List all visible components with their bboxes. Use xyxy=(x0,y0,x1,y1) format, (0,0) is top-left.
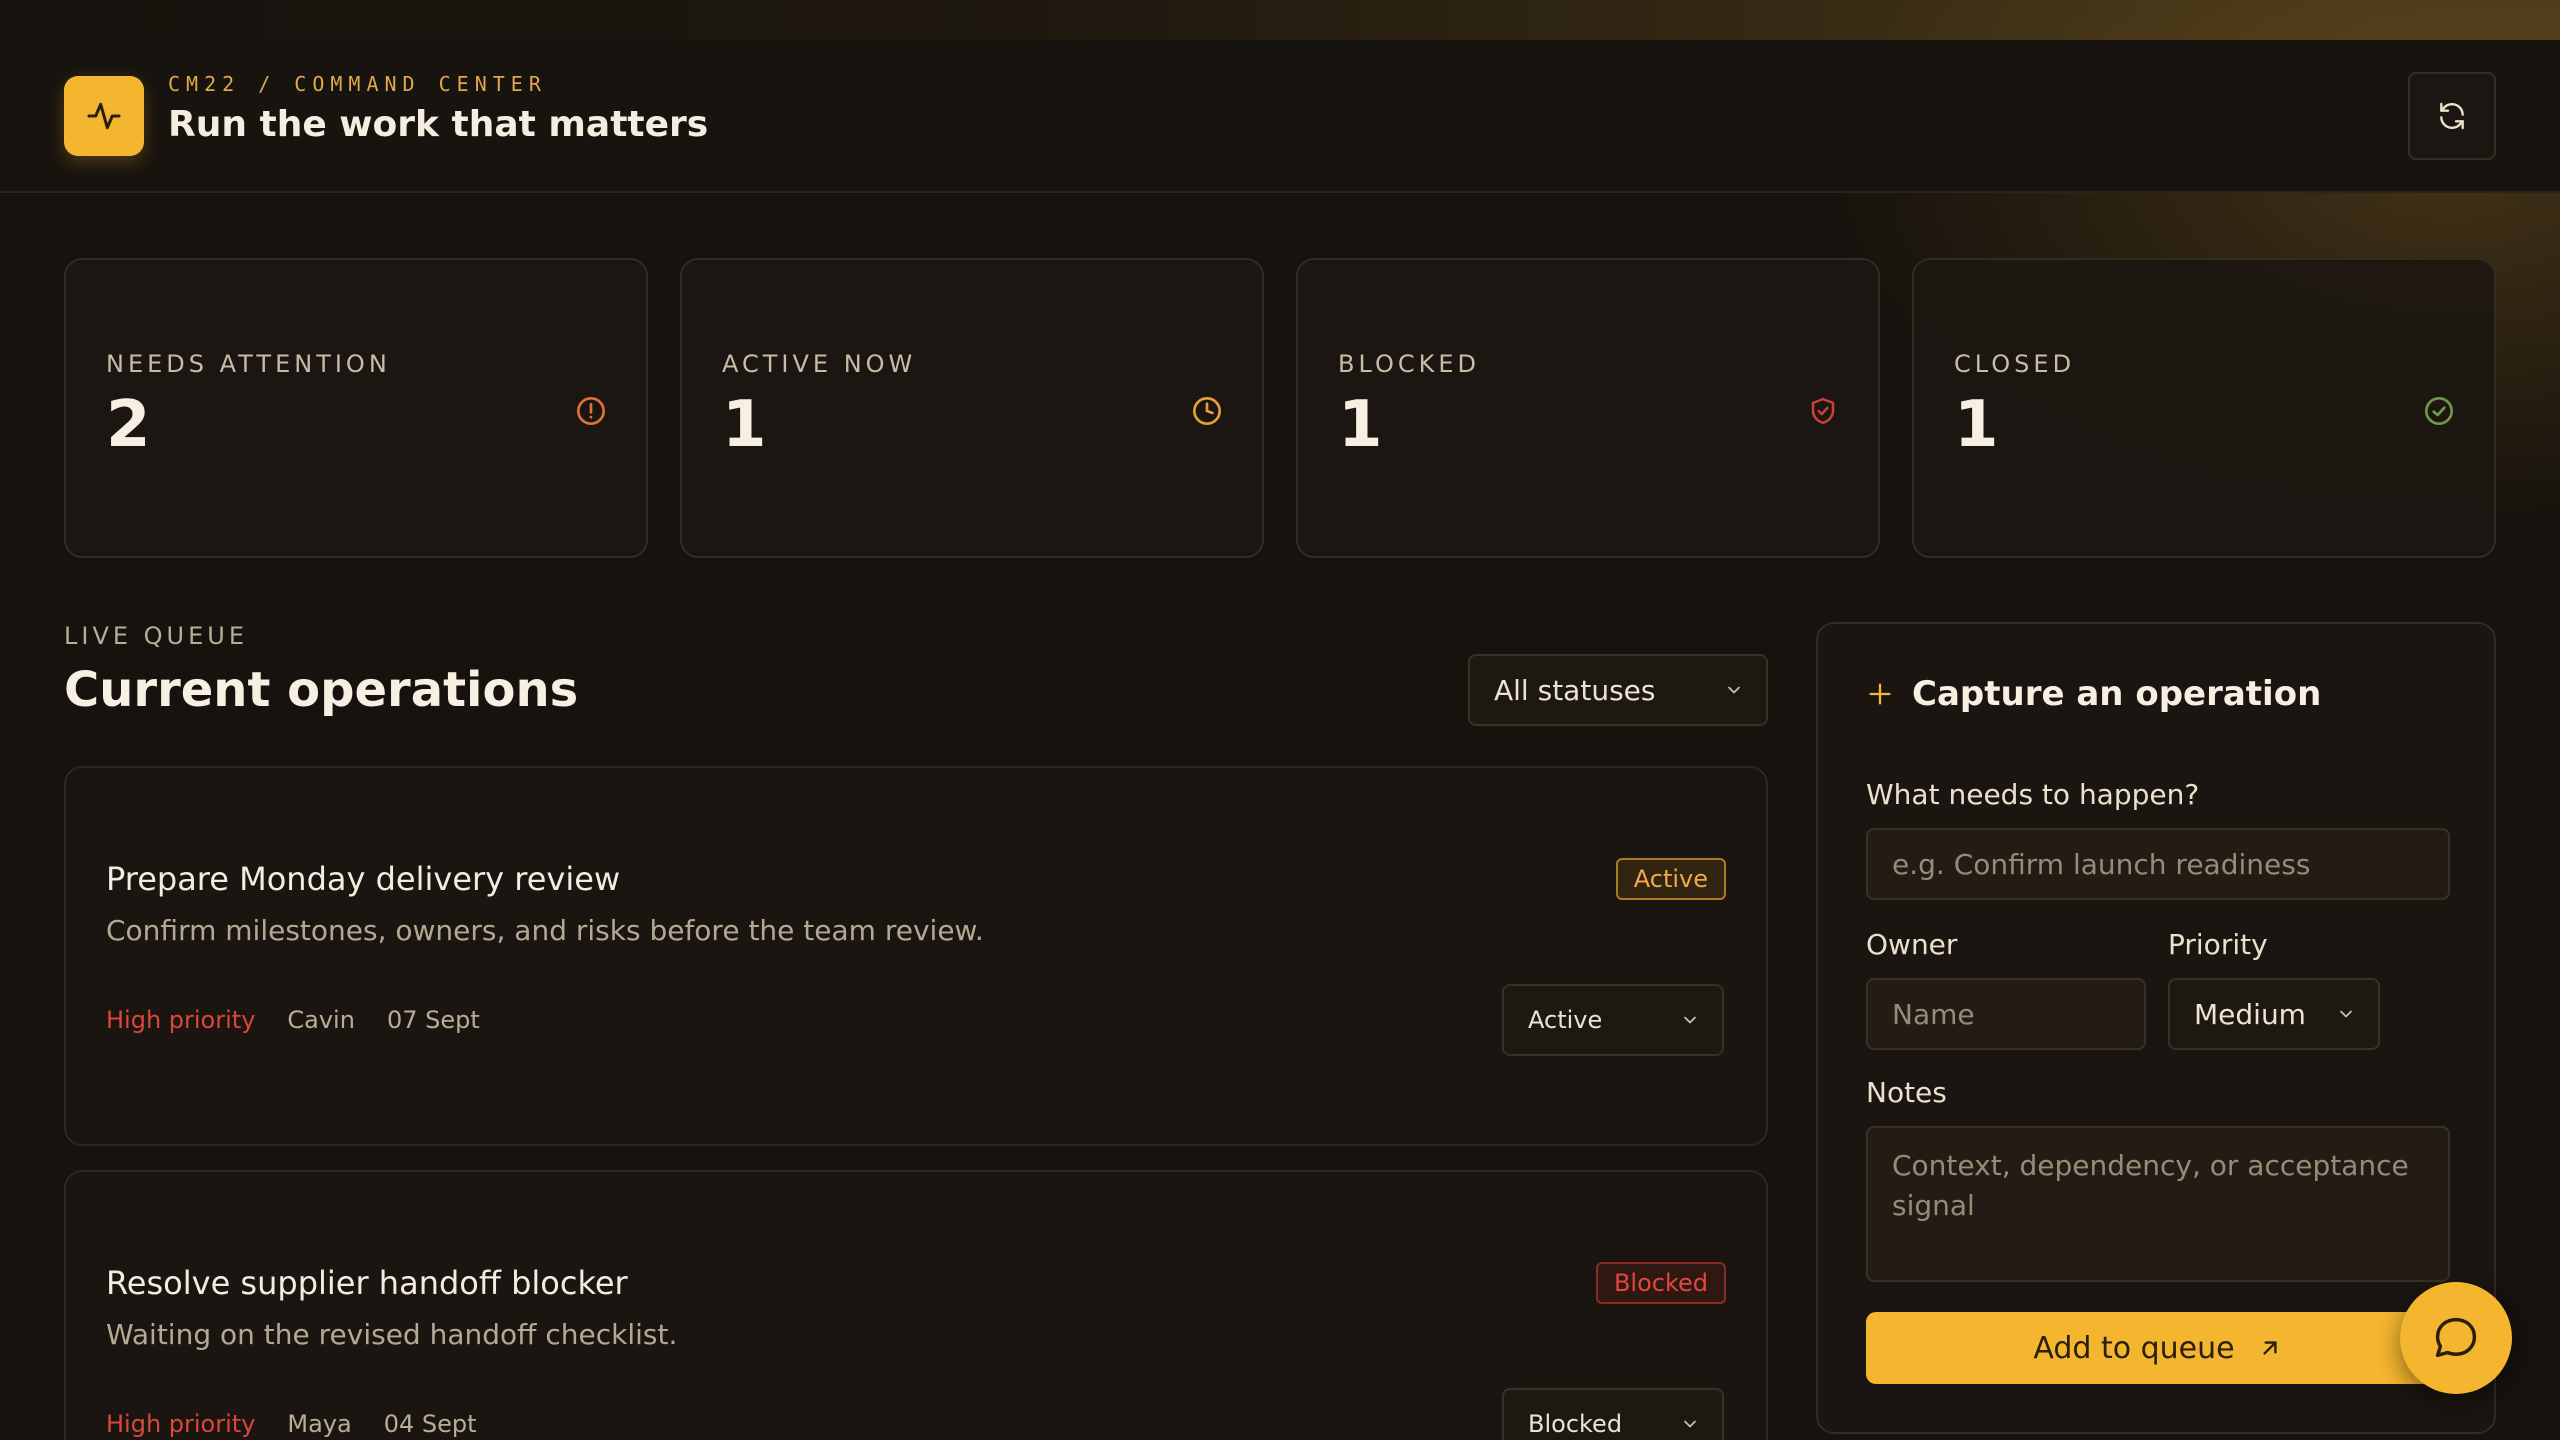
task-input[interactable] xyxy=(1866,828,2450,900)
notes-textarea[interactable] xyxy=(1866,1126,2450,1282)
refresh-button[interactable] xyxy=(2408,72,2496,160)
app-header: CM22 / COMMAND CENTER Run the work that … xyxy=(0,40,2560,193)
chat-bubble-icon xyxy=(2435,1317,2477,1358)
check-circle-icon xyxy=(2422,394,2456,428)
pulse-logo-icon xyxy=(64,76,144,156)
stat-label: CLOSED xyxy=(1954,350,2076,378)
operation-title: Prepare Monday delivery review xyxy=(106,860,621,898)
priority-label: Priority xyxy=(2168,928,2268,961)
operation-meta: High priority Maya 04 Sept xyxy=(106,1410,477,1438)
stat-value: 1 xyxy=(1338,388,1383,462)
operation-title: Resolve supplier handoff blocker xyxy=(106,1264,628,1302)
top-gradient-strip xyxy=(0,0,2560,40)
stat-value: 1 xyxy=(1954,388,1999,462)
priority-select[interactable]: Medium xyxy=(2168,978,2380,1050)
chevron-down-icon xyxy=(1684,1016,1696,1024)
notes-label: Notes xyxy=(1866,1076,1947,1109)
add-to-queue-label: Add to queue xyxy=(2033,1330,2235,1366)
operation-card[interactable]: Resolve supplier handoff blocker Waiting… xyxy=(64,1170,1768,1440)
operation-status-select[interactable]: Blocked xyxy=(1502,1388,1724,1440)
priority-label: High priority xyxy=(106,1006,256,1034)
owner-name: Cavin xyxy=(287,1006,355,1034)
refresh-icon xyxy=(2440,102,2464,130)
status-badge: Active xyxy=(1615,858,1726,900)
queue-title: Current operations xyxy=(64,662,579,718)
form-title-text: Capture an operation xyxy=(1912,674,2322,714)
operation-status-select[interactable]: Active xyxy=(1502,984,1724,1056)
stat-label: BLOCKED xyxy=(1338,350,1481,378)
task-label: What needs to happen? xyxy=(1866,778,2200,811)
operation-meta: High priority Cavin 07 Sept xyxy=(106,1006,480,1034)
owner-label: Owner xyxy=(1866,928,1958,961)
operation-status-value: Active xyxy=(1528,1006,1603,1034)
status-filter-select[interactable]: All statuses xyxy=(1468,654,1768,726)
add-to-queue-button[interactable]: Add to queue xyxy=(1866,1312,2450,1384)
clock-icon xyxy=(1190,394,1224,428)
app-title: Run the work that matters xyxy=(168,104,709,145)
owner-input[interactable] xyxy=(1866,978,2146,1050)
due-date: 04 Sept xyxy=(383,1410,477,1438)
stat-value: 2 xyxy=(106,388,151,462)
stat-card-blocked: BLOCKED 1 xyxy=(1296,258,1880,558)
brand-eyebrow: CM22 / COMMAND CENTER xyxy=(168,72,547,96)
chat-button[interactable] xyxy=(2400,1282,2512,1394)
operation-card[interactable]: Prepare Monday delivery review Confirm m… xyxy=(64,766,1768,1146)
due-date: 07 Sept xyxy=(386,1006,480,1034)
chevron-down-icon xyxy=(1684,1420,1696,1428)
stat-card-needs-attention: NEEDS ATTENTION 2 xyxy=(64,258,648,558)
capture-operation-panel: Capture an operation What needs to happe… xyxy=(1816,622,2496,1434)
stat-card-closed: CLOSED 1 xyxy=(1912,258,2496,558)
owner-name: Maya xyxy=(287,1410,352,1438)
priority-label: High priority xyxy=(106,1410,256,1438)
stat-card-active-now: ACTIVE NOW 1 xyxy=(680,258,1264,558)
alert-circle-icon xyxy=(574,394,608,428)
plus-icon xyxy=(1869,683,1891,705)
operation-status-value: Blocked xyxy=(1528,1410,1623,1438)
form-title: Capture an operation xyxy=(1866,674,2321,714)
queue-eyebrow: LIVE QUEUE xyxy=(64,622,249,650)
status-filter-value: All statuses xyxy=(1494,673,1656,707)
chevron-down-icon xyxy=(2340,1010,2352,1018)
shield-icon xyxy=(1806,394,1840,428)
status-badge: Blocked xyxy=(1595,1262,1726,1304)
arrow-up-right-icon xyxy=(2263,1341,2277,1355)
stat-label: NEEDS ATTENTION xyxy=(106,350,391,378)
priority-value: Medium xyxy=(2194,997,2306,1031)
stat-label: ACTIVE NOW xyxy=(722,350,917,378)
chevron-down-icon xyxy=(1728,686,1740,694)
stat-value: 1 xyxy=(722,388,767,462)
operation-description: Confirm milestones, owners, and risks be… xyxy=(106,914,984,947)
operation-description: Waiting on the revised handoff checklist… xyxy=(106,1318,678,1351)
